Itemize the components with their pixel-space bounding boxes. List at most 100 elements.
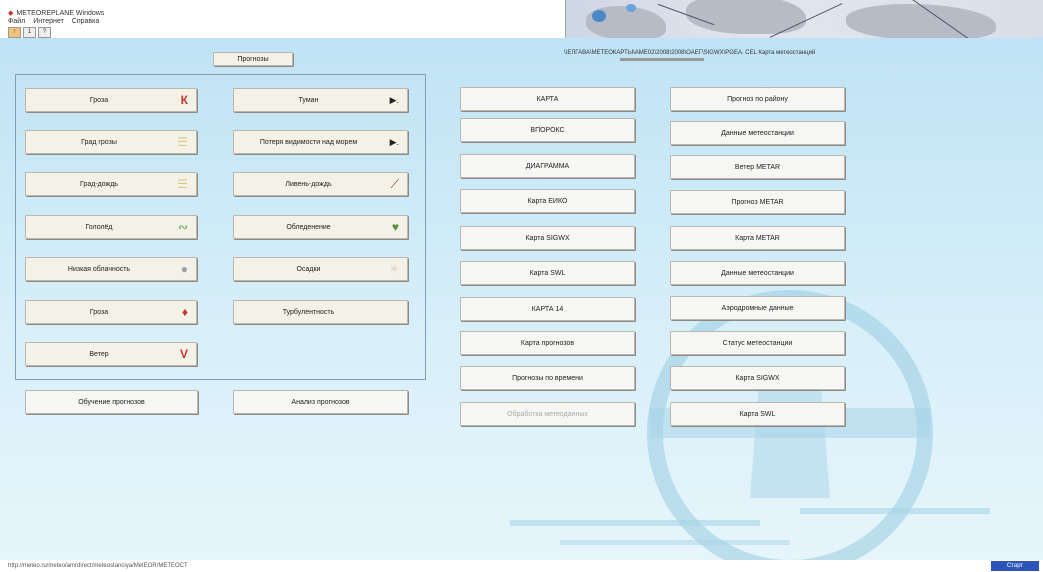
app-icon: ◆ bbox=[8, 10, 14, 17]
visibility-arrow-icon: ▶. bbox=[389, 137, 399, 147]
right-label-1: Данные метеостанции bbox=[721, 129, 794, 137]
path-scroll-indicator bbox=[620, 58, 704, 61]
phenomenon-label-2: Град грозы bbox=[81, 138, 117, 146]
right-button-9[interactable]: Карта SWL bbox=[670, 402, 845, 426]
menu-file[interactable]: Файл bbox=[8, 18, 25, 25]
phenomenon-label-1: Туман bbox=[298, 96, 319, 104]
right-label-6: Аэродромные данные bbox=[721, 304, 794, 312]
center-label-5: Карта SWL bbox=[529, 269, 566, 277]
center-button-6[interactable]: КАРТА 14 bbox=[460, 297, 635, 321]
phenomenon-label-11: Турбулентность bbox=[282, 308, 335, 316]
center-button-9: Обработка метеоданных bbox=[460, 402, 635, 426]
phenomenon-button-8[interactable]: Низкая облачность ● bbox=[25, 257, 197, 281]
phenomenon-button-4[interactable]: Град-дождь ☰ bbox=[25, 172, 197, 196]
right-label-2: Ветер METAR bbox=[734, 163, 781, 171]
status-text: http://meteo.ru/meteo/amrdirect/meteosta… bbox=[8, 563, 188, 569]
center-button-2[interactable]: ДИАГРАММА bbox=[460, 154, 635, 178]
phenomenon-label-4: Град-дождь bbox=[80, 180, 118, 188]
stripes-icon: ☰ bbox=[177, 177, 188, 191]
phenomenon-button-10[interactable]: Гроза ♦ bbox=[25, 300, 197, 324]
center-label-3: Карта ЕИКО bbox=[527, 197, 568, 205]
start-badge[interactable]: Старт bbox=[991, 561, 1039, 571]
toolbar-up-button[interactable]: ↑ bbox=[8, 27, 21, 38]
phenomenon-button-9[interactable]: Осадки ✳ bbox=[233, 257, 408, 281]
phenomenon-button-1[interactable]: Туман ▶. bbox=[233, 88, 408, 112]
phenomenon-label-10: Гроза bbox=[89, 308, 109, 316]
training-forecasts-label: Обучение прогнозов bbox=[78, 398, 145, 406]
phenomenon-label-7: Обледенение bbox=[286, 223, 331, 231]
snowflake-icon: ✳ bbox=[388, 262, 399, 276]
right-label-4: Карта METAR bbox=[735, 234, 780, 242]
fog-icon: ▶. bbox=[389, 95, 399, 105]
phenomenon-button-11[interactable]: Турбулентность bbox=[233, 300, 408, 324]
center-label-6: КАРТА 14 bbox=[531, 305, 564, 313]
center-button-7[interactable]: Карта прогнозов bbox=[460, 331, 635, 355]
main-panel: Прогнозы \\ЕЛГАВА\МЕТЕОКАРТЫ\АМЕ02\2008\… bbox=[0, 38, 1043, 560]
right-button-4[interactable]: Карта METAR bbox=[670, 226, 845, 250]
toolbar-help-button[interactable]: ? bbox=[38, 27, 51, 38]
right-label-9: Карта SWL bbox=[739, 410, 776, 418]
phenomenon-button-7[interactable]: Обледенение ♥ bbox=[233, 215, 408, 239]
right-label-5: Данные метеостанции bbox=[721, 269, 794, 277]
file-path-label: \\ЕЛГАВА\МЕТЕОКАРТЫ\АМЕ02\2008\2008\ОАЕГ… bbox=[564, 50, 816, 61]
toolbar-one-button[interactable]: 1 bbox=[23, 27, 36, 38]
center-label-8: Прогнозы по времени bbox=[512, 374, 583, 382]
center-button-1[interactable]: ВПОРОКС bbox=[460, 118, 635, 142]
right-button-2[interactable]: Ветер METAR bbox=[670, 155, 845, 179]
file-path-text: \\ЕЛГАВА\МЕТЕОКАРТЫ\АМЕ02\2008\2008\ОАЕГ… bbox=[564, 50, 816, 56]
phenomenon-button-12[interactable]: Ветер V bbox=[25, 342, 197, 366]
analysis-forecasts-label: Анализ прогнозов bbox=[291, 398, 350, 406]
tab-forecasts-label: Прогнозы bbox=[237, 55, 269, 63]
right-button-8[interactable]: Карта SIGWX bbox=[670, 366, 845, 390]
status-bar: http://meteo.ru/meteo/amrdirect/meteosta… bbox=[0, 560, 1043, 572]
right-label-7: Статус метеостанции bbox=[722, 339, 793, 347]
right-button-7[interactable]: Статус метеостанции bbox=[670, 331, 845, 355]
center-button-5[interactable]: Карта SWL bbox=[460, 261, 635, 285]
phenomenon-label-5: Ливень-дождь bbox=[285, 180, 332, 188]
center-button-8[interactable]: Прогнозы по времени bbox=[460, 366, 635, 390]
phenomenon-button-5[interactable]: Ливень-дождь ⟋ bbox=[233, 172, 408, 196]
phenomenon-label-12: Ветер bbox=[89, 350, 109, 358]
center-button-0[interactable]: КАРТА bbox=[460, 87, 635, 111]
center-button-4[interactable]: Карта SIGWX bbox=[460, 226, 635, 250]
right-label-3: Прогноз METAR bbox=[731, 198, 784, 206]
center-label-9: Обработка метеоданных bbox=[507, 410, 588, 418]
phenomenon-button-2[interactable]: Град грозы ☰ bbox=[25, 130, 197, 154]
wind-v-icon: V bbox=[179, 347, 188, 361]
right-button-1[interactable]: Данные метеостанции bbox=[670, 121, 845, 145]
pen-icon: ⟋ bbox=[390, 177, 399, 191]
right-button-0[interactable]: Прогноз по району bbox=[670, 87, 845, 111]
red-drop-icon: ♦ bbox=[181, 305, 188, 319]
right-label-8: Карта SIGWX bbox=[735, 374, 780, 382]
training-forecasts-button[interactable]: Обучение прогнозов bbox=[25, 390, 198, 414]
phenomenon-label-3: Потеря видимости над морем bbox=[259, 138, 358, 146]
tab-forecasts[interactable]: Прогнозы bbox=[213, 52, 293, 66]
window-title: ◆ METEOREPLANE Windows bbox=[8, 9, 104, 17]
lightning-flag-icon: К bbox=[180, 93, 188, 107]
leaf-icon: ♥ bbox=[391, 220, 399, 234]
phenomenon-button-3[interactable]: Потеря видимости над морем ▶. bbox=[233, 130, 408, 154]
right-label-0: Прогноз по району bbox=[727, 95, 788, 103]
center-button-3[interactable]: Карта ЕИКО bbox=[460, 189, 635, 213]
center-label-1: ВПОРОКС bbox=[530, 126, 565, 134]
center-label-4: Карта SIGWX bbox=[525, 234, 570, 242]
right-button-3[interactable]: Прогноз METAR bbox=[670, 190, 845, 214]
window-title-text: METEOREPLANE Windows bbox=[16, 10, 105, 17]
phenomenon-label-6: Гололёд bbox=[85, 223, 113, 231]
cloud-icon: ● bbox=[180, 262, 188, 276]
title-bar: ◆ METEOREPLANE Windows Файл Интернет Спра… bbox=[0, 0, 560, 38]
menu-help[interactable]: Справка bbox=[72, 18, 99, 25]
stripes-icon: ☰ bbox=[177, 135, 188, 149]
center-label-7: Карта прогнозов bbox=[520, 339, 575, 347]
phenomenon-button-0[interactable]: Гроза К bbox=[25, 88, 197, 112]
menu-internet[interactable]: Интернет bbox=[33, 18, 64, 25]
toolbar: ↑ 1 ? bbox=[8, 27, 51, 38]
menu-bar: Файл Интернет Справка bbox=[8, 18, 99, 25]
center-label-0: КАРТА bbox=[536, 95, 559, 103]
right-button-5[interactable]: Данные метеостанции bbox=[670, 261, 845, 285]
right-button-6[interactable]: Аэродромные данные bbox=[670, 296, 845, 320]
analysis-forecasts-button[interactable]: Анализ прогнозов bbox=[233, 390, 408, 414]
map-preview[interactable] bbox=[565, 0, 1043, 38]
phenomenon-label-9: Осадки bbox=[296, 265, 321, 273]
phenomenon-button-6[interactable]: Гололёд ∾ bbox=[25, 215, 197, 239]
